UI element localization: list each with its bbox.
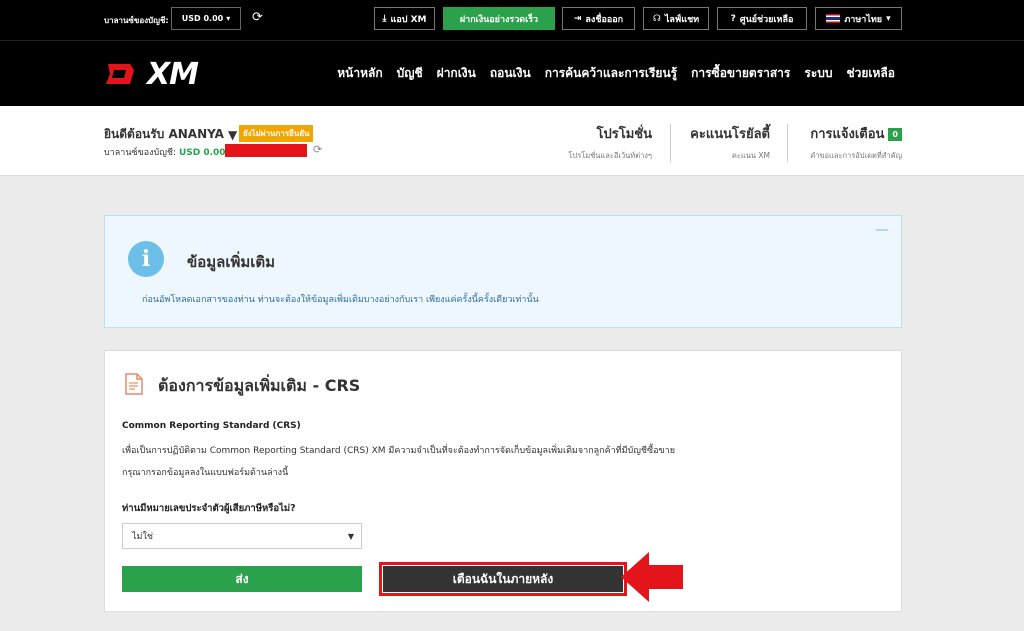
balance-value: USD 0.00 — [181, 14, 224, 23]
crs-form-panel: ต้องการข้อมูลเพิ่มเติม - CRS Common Repo… — [104, 350, 902, 612]
welcome-greeting-menu[interactable]: ยินดีต้อนรับ ANANYA ▼ — [104, 125, 237, 144]
nav-trading-instruments[interactable]: การซื้อขายตราสาร — [684, 64, 797, 83]
nav-accounts[interactable]: บัญชี — [390, 64, 430, 83]
nav-withdraw[interactable]: ถอนเงิน — [483, 64, 538, 83]
crs-title: ต้องการข้อมูลเพิ่มเติม - CRS — [158, 376, 361, 395]
crs-paragraph-2: กรุณากรอกข้อมูลลงในแบบฟอร์มด้านล่างนี้ — [122, 468, 289, 478]
balance-currency-select[interactable]: USD 0.00 ▾ — [171, 7, 241, 30]
notifications-sub: คำขอและการอัปเดตที่สำคัญ — [810, 151, 902, 160]
document-icon — [125, 373, 143, 395]
crs-heading: Common Reporting Standard (CRS) — [122, 421, 301, 431]
refresh-icon[interactable]: ⟳ — [313, 143, 322, 156]
logout-button[interactable]: ⇥ ลงชื่อออก — [562, 7, 635, 30]
welcome-balance-value: USD 0.00 — [178, 148, 226, 158]
logout-label: ลงชื่อออก — [585, 14, 624, 25]
top-bar: บาลานซ์ของบัญชี: USD 0.00 ▾ ⟳ ⤓ แอป XM ฝ… — [0, 0, 1024, 40]
redacted-block — [225, 144, 307, 157]
refresh-icon[interactable]: ⟳ — [252, 10, 263, 25]
remind-later-button[interactable]: เตือนฉันในภายหลัง — [383, 566, 623, 592]
xm-app-button[interactable]: ⤓ แอป XM — [374, 7, 435, 30]
promotions-sub: โปรโมชั่นและอีเว้นท์ต่างๆ — [568, 151, 652, 160]
loyalty-link[interactable]: คะแนนโรยัลตี้ คะแนน XM — [690, 123, 770, 162]
welcome-bar: ยินดีต้อนรับ ANANYA ▼ ยังไม่ผ่านการยืนยั… — [0, 106, 1024, 176]
tax-id-question: ท่านมีหมายเลขประจำตัวผู้เสียภาษีหรือไม่? — [122, 503, 296, 514]
red-arrow-icon — [621, 552, 683, 602]
submit-button[interactable]: ส่ง — [122, 566, 362, 592]
chevron-down-icon: ▾ — [886, 13, 891, 24]
divider — [787, 124, 788, 162]
language-select[interactable]: ภาษาไทย ▾ — [815, 7, 902, 30]
info-title: ข้อมูลเพิ่มเติม — [187, 253, 276, 271]
logo-text: XM — [147, 56, 199, 92]
promotions-title: โปรโมชั่น — [596, 127, 652, 142]
help-icon: ? — [730, 13, 736, 24]
unverified-badge: ยังไม่ผ่านการยืนยัน — [239, 125, 314, 142]
live-chat-button[interactable]: ☊ ไลฟ์แชท — [643, 7, 709, 30]
promotions-link[interactable]: โปรโมชั่น โปรโมชั่นและอีเว้นท์ต่างๆ — [568, 123, 652, 162]
loyalty-sub: คะแนน XM — [731, 151, 770, 160]
loyalty-title: คะแนนโรยัลตี้ — [690, 127, 770, 142]
language-label: ภาษาไทย — [844, 14, 883, 25]
notifications-link[interactable]: การแจ้งเตือน 0 คำขอและการอัปเดตที่สำคัญ — [810, 123, 902, 162]
xm-logo-mark-icon — [106, 64, 134, 84]
main-header: XM หน้าหลัก บัญชี ฝากเงิน ถอนเงิน การค้น… — [0, 40, 1024, 106]
logout-icon: ⇥ — [573, 13, 582, 24]
info-icon: i — [128, 241, 164, 277]
notification-count-badge: 0 — [888, 128, 902, 141]
notifications-title: การแจ้งเตือน — [810, 127, 885, 142]
collapse-icon[interactable]: — — [875, 222, 889, 238]
tax-id-select[interactable]: ไม่ใช่ ▼ — [122, 523, 362, 549]
nav-platforms[interactable]: ระบบ — [797, 64, 839, 83]
nav-home[interactable]: หน้าหลัก — [330, 64, 389, 83]
info-box: i ข้อมูลเพิ่มเติม ก่อนอัพโหลดเอกสารของท่… — [104, 215, 902, 328]
nav-deposit[interactable]: ฝากเงิน — [430, 64, 483, 83]
top-balance-label: บาลานซ์ของบัญชี: — [104, 16, 169, 25]
remind-later-highlight: เตือนฉันในภายหลัง — [379, 562, 627, 596]
quick-deposit-button[interactable]: ฝากเงินอย่างรวดเร็ว — [443, 7, 555, 30]
welcome-balance: บาลานซ์ของบัญชี: USD 0.00 — [104, 145, 226, 159]
chevron-down-icon: ▾ — [226, 14, 231, 23]
main-nav: หน้าหลัก บัญชี ฝากเงิน ถอนเงิน การค้นคว้… — [330, 64, 902, 83]
info-text: ก่อนอัพโหลดเอกสารของท่าน ท่านจะต้องให้ข้… — [142, 295, 539, 305]
caret-down-icon: ▼ — [347, 532, 354, 541]
welcome-greeting: ยินดีต้อนรับ ANANYA — [104, 127, 224, 141]
thai-flag-icon — [826, 14, 841, 23]
headset-icon: ☊ — [652, 13, 661, 24]
divider — [670, 124, 671, 162]
welcome-balance-label: บาลานซ์ของบัญชี: — [104, 148, 177, 158]
help-center-label: ศูนย์ช่วยเหลือ — [739, 14, 794, 25]
nav-help[interactable]: ช่วยเหลือ — [840, 64, 903, 83]
tax-id-selected-value: ไม่ใช่ — [132, 532, 153, 542]
notifications-title-row: การแจ้งเตือน 0 — [810, 123, 902, 144]
caret-down-icon: ▼ — [227, 127, 238, 142]
help-center-button[interactable]: ? ศูนย์ช่วยเหลือ — [717, 7, 807, 30]
nav-research[interactable]: การค้นคว้าและการเรียนรู้ — [538, 64, 684, 83]
download-icon: ⤓ — [382, 13, 387, 24]
live-chat-label: ไลฟ์แชท — [664, 14, 700, 25]
quick-deposit-label: ฝากเงินอย่างรวดเร็ว — [459, 14, 539, 25]
crs-paragraph-1: เพื่อเป็นการปฏิบัติตาม Common Reporting … — [122, 446, 676, 456]
xm-app-label: แอป XM — [390, 14, 427, 25]
xm-logo[interactable]: XM — [104, 56, 199, 92]
